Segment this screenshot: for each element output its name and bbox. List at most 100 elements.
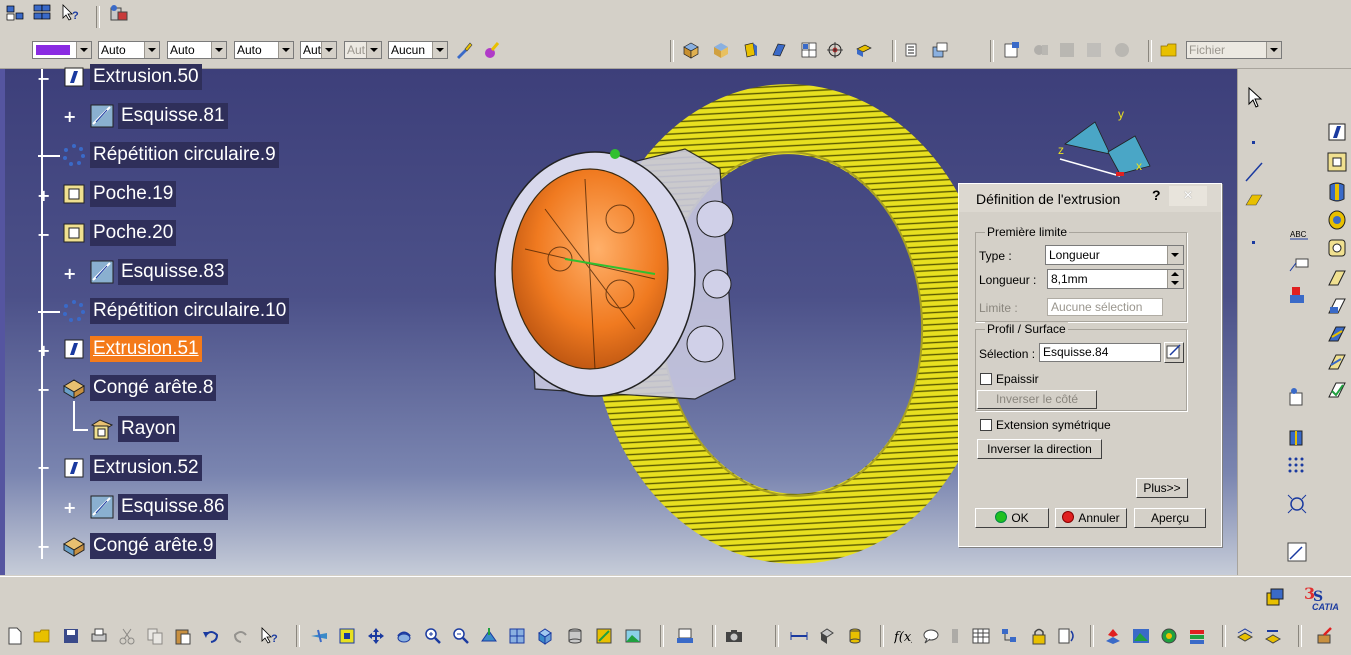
- linewidth-combo[interactable]: Auto: [167, 41, 227, 59]
- new-file-icon[interactable]: [6, 627, 24, 645]
- expand-toggle[interactable]: +: [63, 266, 76, 282]
- color-combo[interactable]: [32, 41, 92, 59]
- whats-this-bottom-icon[interactable]: ?: [260, 627, 278, 645]
- instantiate-icon[interactable]: [1236, 627, 1254, 645]
- shading-hidden-icon[interactable]: [741, 41, 759, 59]
- shaft-tool-icon[interactable]: [1326, 181, 1348, 203]
- target-icon[interactable]: [826, 41, 844, 59]
- preview-button[interactable]: Aperçu: [1134, 508, 1206, 528]
- cut-icon[interactable]: [118, 627, 136, 645]
- tile-windows-icon[interactable]: [6, 4, 24, 22]
- expand-toggle[interactable]: +: [63, 500, 76, 516]
- 3d-compass-tool-icon[interactable]: [1265, 587, 1285, 607]
- stack-icon[interactable]: [1188, 627, 1206, 645]
- open-icon[interactable]: [33, 627, 51, 645]
- reverse-direction-button[interactable]: Inverser la direction: [977, 439, 1102, 459]
- open-folder-icon[interactable]: [1160, 41, 1178, 59]
- cascade-windows-icon[interactable]: [33, 4, 51, 22]
- render-style-combo[interactable]: Aucun: [388, 41, 448, 59]
- shading-with-material-icon[interactable]: [1160, 627, 1178, 645]
- copy-icon[interactable]: [146, 627, 164, 645]
- symmetric-checkbox[interactable]: [980, 419, 992, 431]
- tree-item-poche-19[interactable]: Poche.19: [62, 181, 177, 207]
- painter-icon[interactable]: [455, 41, 473, 59]
- tree-item-repetition-9[interactable]: Répétition circulaire.9: [62, 142, 279, 168]
- lock-icon[interactable]: [1030, 627, 1048, 645]
- pan-icon[interactable]: [367, 627, 385, 645]
- type-select[interactable]: Longueur: [1045, 245, 1184, 265]
- selection-field[interactable]: Esquisse.84: [1039, 343, 1161, 362]
- cancel-button[interactable]: Annuler: [1055, 508, 1127, 528]
- flag-note-icon[interactable]: [1288, 255, 1310, 277]
- rule-icon[interactable]: [946, 627, 964, 645]
- dialog-titlebar[interactable]: Définition de l'extrusion ? ×: [959, 184, 1221, 212]
- more-button[interactable]: Plus>>: [1136, 478, 1188, 498]
- product-tool-icon[interactable]: [108, 4, 130, 24]
- chevron-down-icon[interactable]: [1167, 246, 1183, 264]
- map-icon[interactable]: [1132, 627, 1150, 645]
- collapse-toggle[interactable]: −: [37, 227, 50, 243]
- measure-item-icon[interactable]: [818, 627, 836, 645]
- catalog-icon[interactable]: [1003, 41, 1021, 59]
- normal-view-icon[interactable]: [480, 627, 498, 645]
- knowledge-icon[interactable]: [1000, 627, 1018, 645]
- linetype-combo[interactable]: Auto: [98, 41, 160, 59]
- properties-brush-icon[interactable]: [483, 41, 501, 59]
- tree-item-repetition-10[interactable]: Répétition circulaire.10: [62, 298, 290, 324]
- layer-combo[interactable]: Aut: [300, 41, 337, 59]
- image-capture-icon[interactable]: [624, 627, 642, 645]
- plane-icon[interactable]: [1244, 193, 1264, 207]
- iso-view-icon[interactable]: [536, 627, 554, 645]
- swap-visible-icon[interactable]: [595, 627, 613, 645]
- extrusion-dialog[interactable]: Définition de l'extrusion ? × Première l…: [958, 183, 1222, 547]
- sketcher-icon[interactable]: [1286, 541, 1308, 563]
- shading-edges-icon[interactable]: [682, 41, 700, 59]
- select-arrow-icon[interactable]: [1246, 87, 1266, 109]
- undo-icon[interactable]: [202, 627, 220, 645]
- expand-toggle[interactable]: +: [37, 188, 50, 204]
- paste-icon[interactable]: [174, 627, 192, 645]
- measure-inertia-icon[interactable]: [846, 627, 864, 645]
- ok-button[interactable]: OK: [975, 508, 1049, 528]
- tree-item-poche-20[interactable]: Poche.20: [62, 220, 177, 246]
- fly-mode-icon[interactable]: [310, 627, 328, 645]
- measure-between-icon[interactable]: [790, 627, 808, 645]
- apply-material-icon[interactable]: [1104, 627, 1122, 645]
- parameters-icon[interactable]: [1286, 387, 1308, 409]
- length-input[interactable]: 8,1mm: [1047, 269, 1184, 289]
- spinner-icon[interactable]: [1167, 270, 1183, 288]
- shading-icon[interactable]: [712, 41, 730, 59]
- fit-all-icon[interactable]: [338, 627, 356, 645]
- rotate-icon[interactable]: [395, 627, 413, 645]
- grid-icon[interactable]: [1286, 455, 1308, 477]
- point-icon[interactable]: [1252, 141, 1255, 144]
- groove-tool-icon[interactable]: [1326, 237, 1348, 259]
- tree-item-rayon[interactable]: Rayon: [90, 416, 179, 442]
- design-table-icon[interactable]: [1058, 627, 1076, 645]
- hide-show-icon[interactable]: [904, 41, 922, 59]
- line-icon[interactable]: [1244, 161, 1264, 183]
- tree-item-esquisse-86[interactable]: Esquisse.86: [90, 494, 228, 520]
- collapse-toggle[interactable]: −: [37, 539, 50, 555]
- tree-item-extrusion-50[interactable]: Extrusion.50: [62, 64, 202, 90]
- sketch-edit-button[interactable]: [1164, 342, 1184, 363]
- pad-tool-icon[interactable]: [1326, 121, 1348, 143]
- text-annotation-icon[interactable]: ABC: [1288, 227, 1310, 241]
- compass[interactable]: y x z: [1040, 104, 1160, 184]
- view-mode-icon[interactable]: [855, 41, 873, 59]
- rib-tool-icon[interactable]: [1326, 267, 1348, 289]
- tree-item-extrusion-51[interactable]: Extrusion.51: [62, 336, 202, 362]
- catalog-bottom-icon[interactable]: [1264, 627, 1282, 645]
- collapse-toggle[interactable]: −: [37, 460, 50, 476]
- axis-icon[interactable]: [1252, 241, 1255, 244]
- zoom-in-icon[interactable]: [424, 627, 442, 645]
- tree-item-conge-9[interactable]: Congé arête.9: [62, 533, 217, 559]
- camera-icon[interactable]: [725, 627, 743, 645]
- multi-view-bottom-icon[interactable]: [508, 627, 526, 645]
- remove-loft-tool-icon[interactable]: [1326, 379, 1348, 401]
- tree-item-conge-8[interactable]: Congé arête.8: [62, 375, 217, 401]
- hide-icon[interactable]: [566, 627, 584, 645]
- collapse-toggle[interactable]: −: [37, 71, 50, 87]
- measure-icon[interactable]: [1286, 283, 1308, 305]
- tools-icon[interactable]: [1316, 627, 1334, 645]
